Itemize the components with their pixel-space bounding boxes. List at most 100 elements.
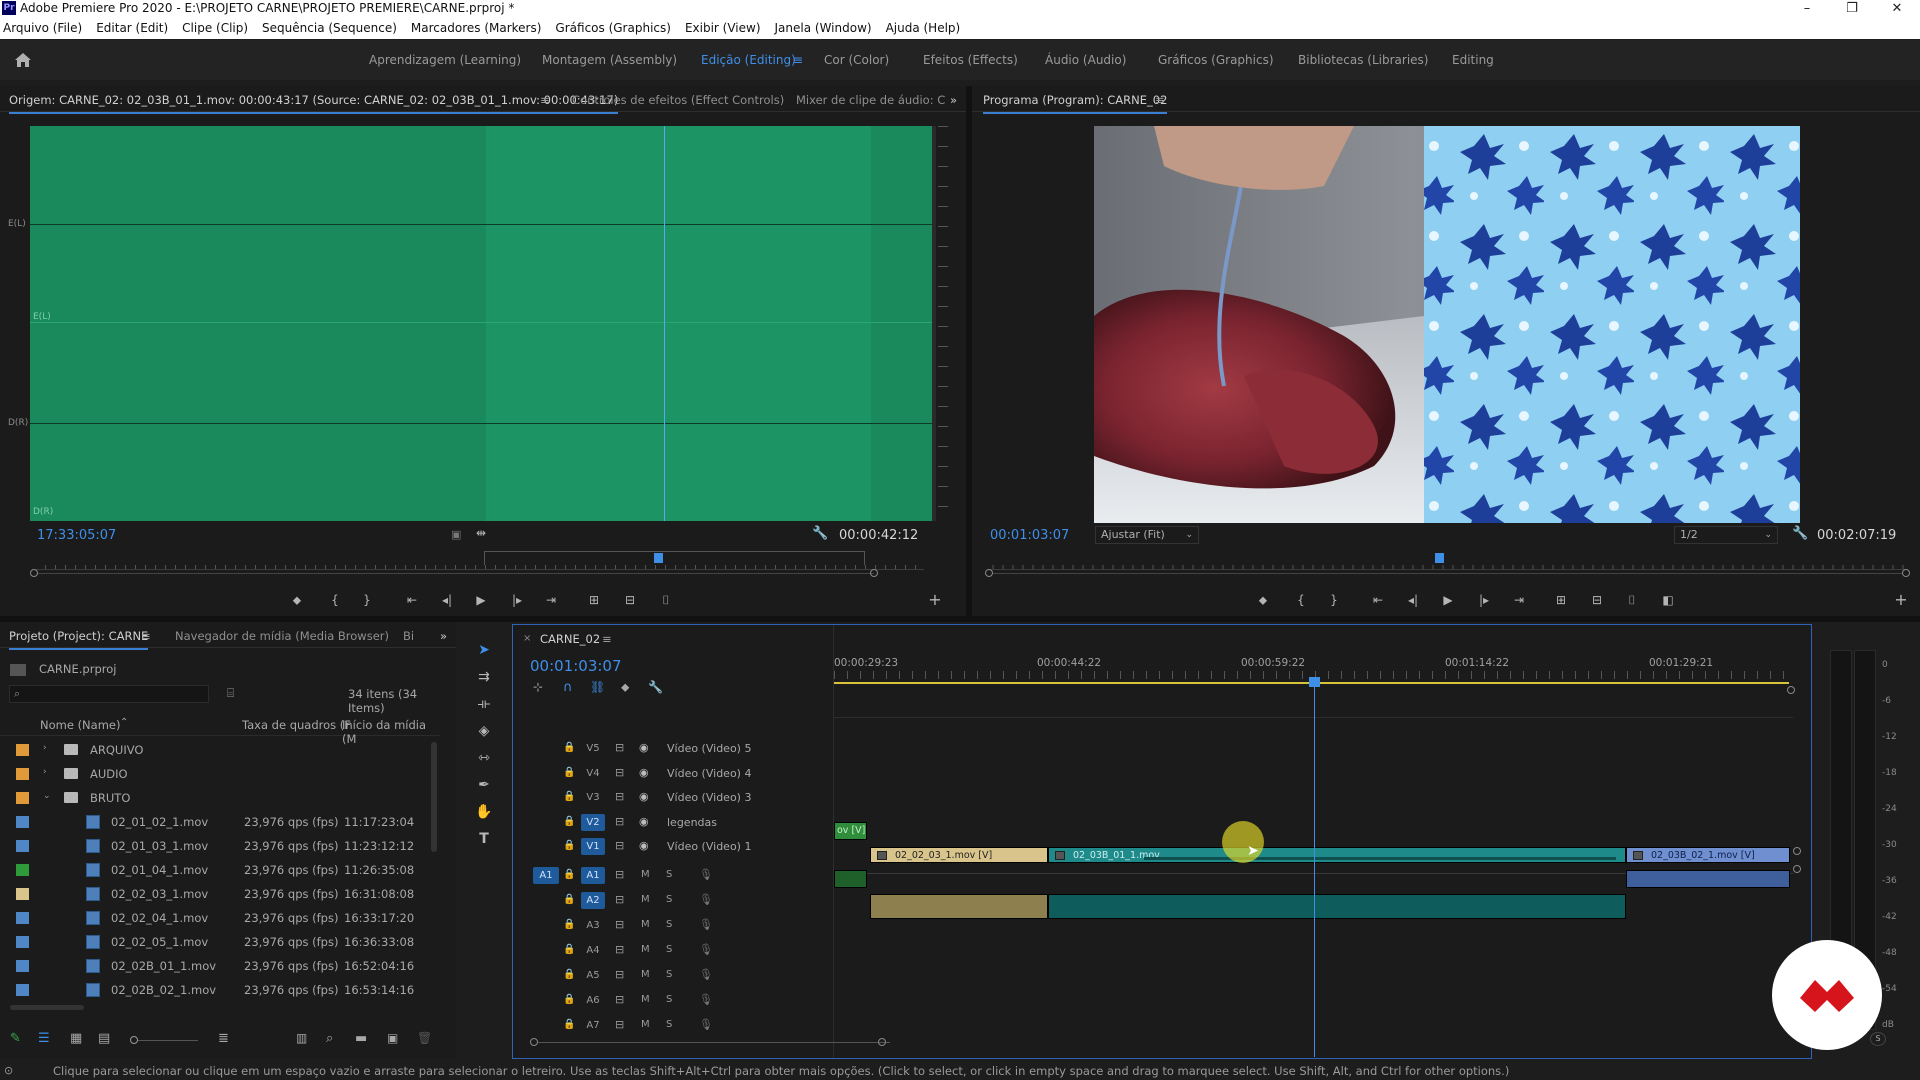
- program-zoom-track[interactable]: [993, 573, 1903, 574]
- tab-audio-clip-mixer[interactable]: Mixer de clipe de áudio: C: [796, 93, 945, 107]
- video-track-header-v3[interactable]: 🔒 V3 ⊟ ◉ Vídeo (Video) 3: [513, 786, 833, 810]
- chevron-right-icon[interactable]: ›: [43, 743, 47, 753]
- menu-graphics[interactable]: Gráficos (Graphics): [555, 21, 671, 35]
- nest-insert-icon[interactable]: ⊹: [533, 680, 543, 694]
- lock-icon[interactable]: 🔒: [563, 742, 575, 753]
- project-clip-row[interactable]: 02_02_03_1.mov 23,976 qps (fps) 16:31:08:0…: [0, 882, 440, 906]
- audio-track-header-a7[interactable]: 🔒 A7 ⊟ M S 🎙: [513, 1014, 833, 1038]
- microphone-icon[interactable]: 🎙: [699, 943, 713, 956]
- sync-lock-icon[interactable]: ⊟: [615, 943, 624, 956]
- source-patch-a1[interactable]: A1: [533, 866, 559, 884]
- mute-button[interactable]: M: [641, 944, 650, 955]
- v1-clip-02-03b-01[interactable]: 02_03B_01_1.mov: [1048, 847, 1626, 863]
- program-fit-dropdown[interactable]: Ajustar (Fit) ⌄: [1095, 526, 1199, 544]
- close-sequence-icon[interactable]: ×: [523, 633, 531, 644]
- audio-track-header-a1[interactable]: A1 🔒 A1 ⊟ M S 🎙: [513, 864, 833, 888]
- label-color-chip[interactable]: [16, 816, 29, 828]
- program-zoom-right-handle[interactable]: [1902, 569, 1910, 577]
- sync-lock-icon[interactable]: ⊟: [615, 968, 624, 981]
- v1-clip-02-02-03[interactable]: 02_02_03_1.mov [V]: [870, 847, 1048, 863]
- export-frame-camera-icon[interactable]: ⌷: [1623, 591, 1641, 609]
- source-marker-icon[interactable]: ▣: [451, 528, 461, 541]
- lock-icon[interactable]: 🔒: [563, 816, 575, 827]
- a1-audio-clip-green[interactable]: [834, 870, 867, 888]
- mute-button[interactable]: M: [641, 919, 650, 930]
- track-target-toggle[interactable]: V5: [581, 740, 605, 757]
- project-search-input[interactable]: ⌕: [9, 685, 209, 703]
- workspace-audio[interactable]: Áudio (Audio): [1045, 53, 1126, 67]
- program-playhead[interactable]: [1435, 553, 1444, 563]
- project-clip-row[interactable]: 02_01_02_1.mov 23,976 qps (fps) 11:17:23:0…: [0, 810, 440, 834]
- menu-view[interactable]: Exibir (View): [685, 21, 761, 35]
- comparison-view-icon[interactable]: ◧: [1659, 591, 1677, 609]
- list-view-icon[interactable]: ☰: [38, 1031, 50, 1046]
- source-audio-waveform[interactable]: E(L) D(R): [30, 126, 934, 521]
- lift-icon[interactable]: ⊞: [1552, 591, 1570, 609]
- project-clip-row[interactable]: 02_01_03_1.mov 23,976 qps (fps) 11:23:12:1…: [0, 834, 440, 858]
- add-marker-icon[interactable]: ⬥: [621, 680, 629, 695]
- overwrite-icon[interactable]: ⊟: [621, 591, 639, 609]
- solo-button[interactable]: S: [666, 994, 672, 1005]
- project-list-scrollbar[interactable]: [431, 742, 437, 852]
- lock-icon[interactable]: 🔒: [563, 767, 575, 778]
- workspace-assembly[interactable]: Montagem (Assembly): [542, 53, 677, 67]
- workspace-editing[interactable]: Edição (Editing): [701, 53, 796, 67]
- project-bin-row[interactable]: ⌄ BRUTO: [0, 786, 440, 810]
- step-back-icon[interactable]: ◂|: [1404, 591, 1422, 609]
- microphone-icon[interactable]: 🎙: [699, 968, 713, 981]
- track-target-toggle[interactable]: A4: [581, 942, 605, 959]
- timeline-playhead-handle[interactable]: [1309, 677, 1320, 687]
- expand-tabs-icon[interactable]: »: [950, 93, 957, 107]
- timeline-timecode[interactable]: 00:01:03:07: [530, 657, 622, 675]
- add-marker-icon[interactable]: ⬥: [1254, 591, 1272, 609]
- project-bin-row[interactable]: › AUDIO: [0, 762, 440, 786]
- solo-button[interactable]: S: [666, 894, 672, 905]
- sync-lock-icon[interactable]: ⊟: [615, 918, 624, 931]
- zoom-slider-track[interactable]: [138, 1040, 198, 1041]
- label-color-chip[interactable]: [16, 936, 29, 948]
- lock-icon[interactable]: 🔒: [563, 1019, 575, 1030]
- minimize-button[interactable]: –: [1787, 0, 1827, 17]
- close-button[interactable]: ✕: [1877, 0, 1917, 17]
- microphone-icon[interactable]: 🎙: [699, 1018, 713, 1031]
- tab-program[interactable]: Programa (Program): CARNE_02: [983, 93, 1168, 114]
- source-in-out-range[interactable]: [484, 551, 865, 565]
- track-height-handle[interactable]: [1793, 847, 1801, 855]
- label-color-chip[interactable]: [16, 792, 29, 804]
- program-video-frame[interactable]: [1094, 126, 1800, 523]
- audio-track-header-a2[interactable]: 🔒 A2 ⊟ M S 🎙: [513, 889, 833, 913]
- mark-in-icon[interactable]: {: [326, 591, 344, 609]
- sync-lock-icon[interactable]: ⊟: [615, 868, 624, 881]
- audio-track-header-a5[interactable]: 🔒 A5 ⊟ M S 🎙: [513, 964, 833, 988]
- program-current-timecode[interactable]: 00:01:03:07: [990, 528, 1069, 543]
- program-settings-wrench-icon[interactable]: 🔧: [1792, 526, 1808, 541]
- expand-tabs-icon[interactable]: »: [440, 629, 447, 643]
- menu-help[interactable]: Ajuda (Help): [886, 21, 961, 35]
- mute-button[interactable]: M: [641, 869, 650, 880]
- button-editor-plus-icon[interactable]: +: [1892, 591, 1910, 609]
- type-tool-icon[interactable]: T: [474, 829, 494, 849]
- project-clip-row[interactable]: 02_02B_02_1.mov 23,976 qps (fps) 16:53:14:…: [0, 978, 440, 1002]
- source-zoom-right-handle[interactable]: [870, 569, 878, 577]
- sync-lock-icon[interactable]: ⊟: [615, 993, 624, 1006]
- eye-icon[interactable]: ◉: [639, 815, 649, 828]
- play-icon[interactable]: ▶: [1439, 591, 1457, 609]
- restore-button[interactable]: ❐: [1832, 0, 1872, 17]
- lock-icon[interactable]: 🔒: [563, 919, 575, 930]
- project-clip-row[interactable]: 02_02B_01_1.mov 23,976 qps (fps) 16:52:04:…: [0, 954, 440, 978]
- tab-sequence[interactable]: CARNE_02: [540, 632, 600, 646]
- lock-icon[interactable]: 🔒: [563, 869, 575, 880]
- ripple-edit-tool-icon[interactable]: ⟛: [474, 694, 494, 714]
- sequence-tab-menu-icon[interactable]: ≡: [602, 632, 612, 646]
- tab-effect-controls[interactable]: Controles de efeitos (Effect Controls): [572, 93, 784, 107]
- column-name[interactable]: Nome (Name): [40, 718, 120, 732]
- sync-lock-icon[interactable]: ⊟: [615, 790, 624, 803]
- workspace-editing-custom[interactable]: Editing: [1452, 53, 1494, 67]
- export-frame-camera-icon[interactable]: ⌷: [657, 591, 675, 609]
- timeline-settings-wrench-icon[interactable]: 🔧: [648, 680, 663, 694]
- solo-button[interactable]: S: [666, 919, 672, 930]
- workspace-effects[interactable]: Efeitos (Effects): [923, 53, 1018, 67]
- zoom-slider-handle[interactable]: [130, 1036, 138, 1044]
- solo-button[interactable]: S: [666, 1019, 672, 1030]
- label-color-chip[interactable]: [16, 744, 29, 756]
